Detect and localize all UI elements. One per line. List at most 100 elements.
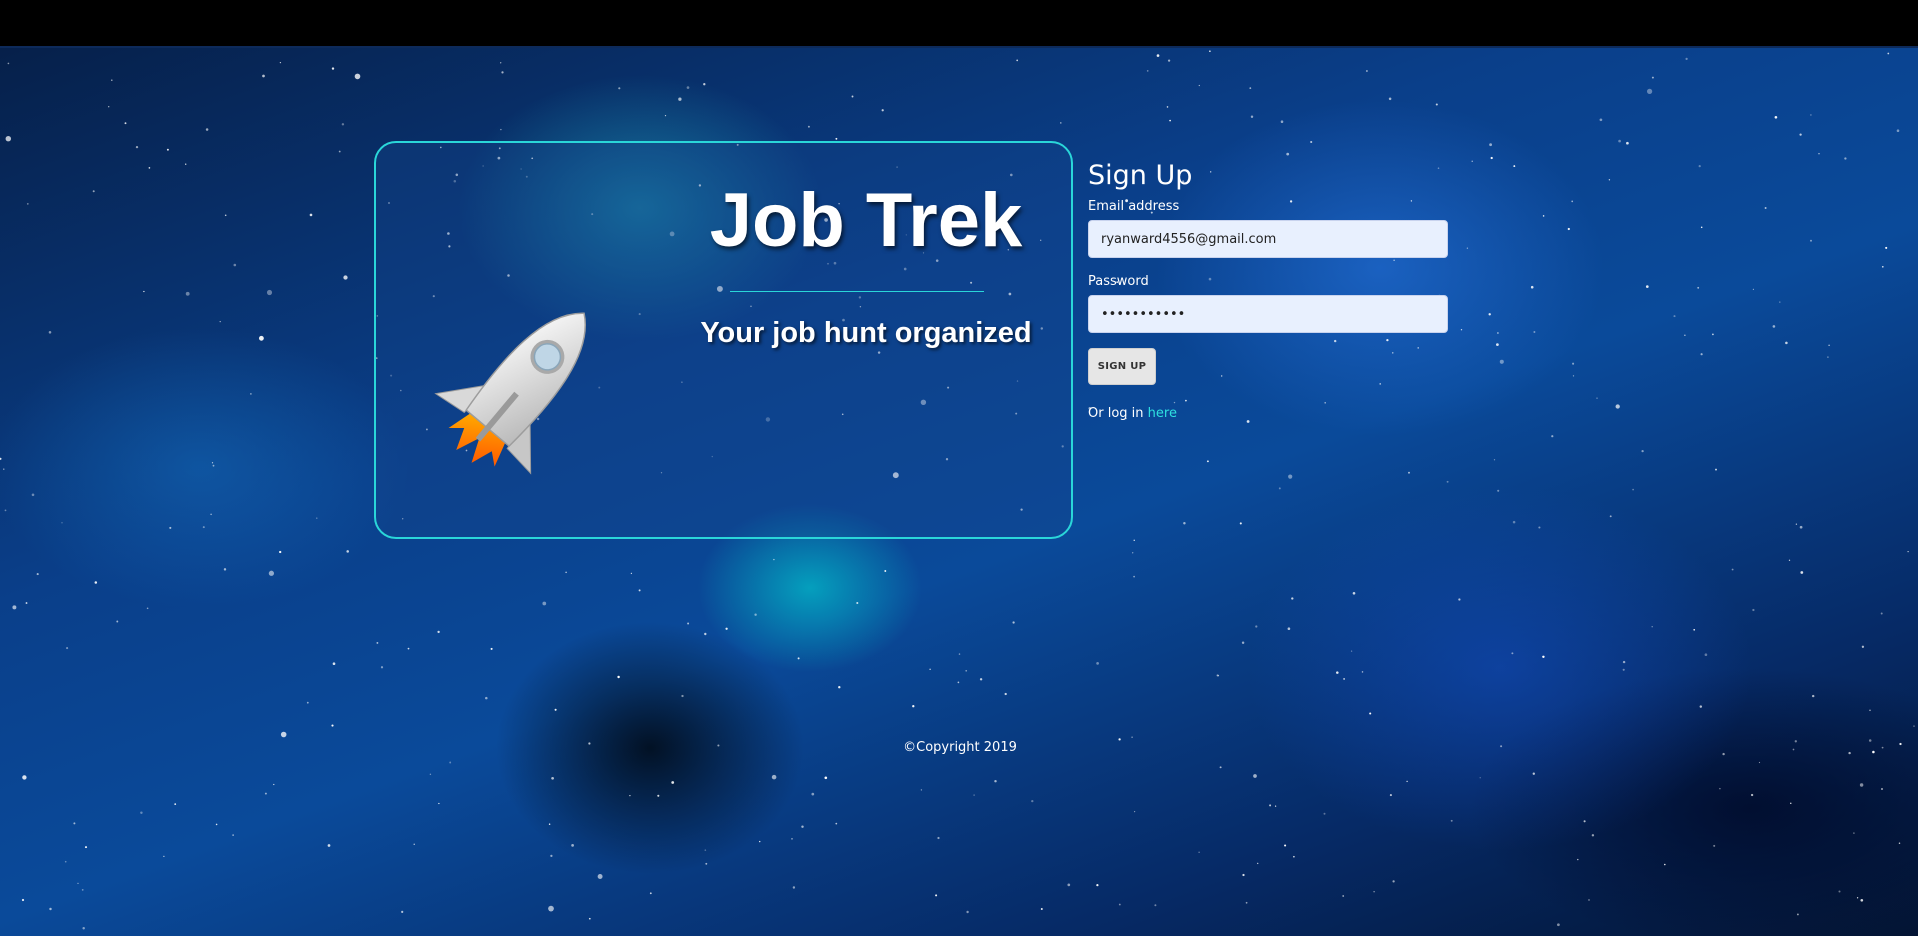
star — [1848, 751, 1851, 755]
star — [1323, 812, 1326, 815]
star — [1118, 738, 1121, 741]
star — [449, 761, 452, 764]
copyright-text: ©Copyright 2019 — [903, 740, 1017, 755]
star — [81, 889, 84, 891]
star — [1533, 331, 1536, 333]
star — [1785, 341, 1788, 345]
star — [617, 675, 620, 679]
star — [618, 87, 621, 90]
star — [1446, 480, 1449, 483]
star — [1664, 863, 1666, 866]
star — [1567, 227, 1570, 231]
star — [61, 522, 63, 524]
star — [1131, 736, 1133, 739]
star — [309, 213, 313, 217]
star — [1651, 76, 1654, 79]
star — [1700, 226, 1703, 229]
star — [1880, 612, 1883, 615]
star — [438, 802, 440, 805]
star — [21, 898, 25, 902]
password-field[interactable] — [1088, 295, 1448, 333]
star — [1096, 662, 1099, 665]
star — [48, 331, 52, 334]
star — [1693, 628, 1696, 631]
star — [36, 573, 39, 576]
star — [1286, 152, 1290, 156]
star — [801, 825, 804, 828]
star — [881, 109, 884, 112]
star — [1794, 740, 1797, 743]
star — [1288, 474, 1293, 479]
star — [84, 846, 88, 849]
brand-tagline: Your job hunt organized — [700, 317, 1032, 349]
title-divider — [730, 291, 984, 292]
star — [73, 822, 76, 825]
star — [1622, 660, 1626, 664]
star — [1493, 459, 1496, 461]
star — [1583, 820, 1586, 823]
star — [1016, 59, 1019, 62]
star — [376, 641, 379, 644]
star — [1699, 705, 1703, 708]
star — [163, 855, 165, 858]
star — [1788, 559, 1791, 561]
star — [1257, 862, 1259, 865]
email-field[interactable] — [1088, 220, 1448, 258]
star — [1198, 851, 1200, 853]
star — [0, 457, 2, 460]
signup-button[interactable]: SIGN UP — [1088, 348, 1156, 385]
star — [268, 570, 275, 576]
star — [1183, 521, 1186, 525]
star — [1715, 468, 1717, 471]
star — [1913, 725, 1915, 727]
star — [912, 705, 915, 708]
star — [1713, 844, 1716, 847]
star — [1572, 375, 1575, 377]
star — [807, 125, 810, 128]
star — [548, 905, 554, 912]
star — [1810, 239, 1812, 242]
star — [1712, 333, 1714, 336]
star — [185, 163, 187, 165]
star — [26, 203, 29, 205]
star — [1206, 460, 1209, 463]
login-prompt-text: Or log in — [1088, 406, 1148, 421]
star — [1479, 777, 1481, 779]
star — [1167, 59, 1171, 62]
star — [1388, 97, 1392, 101]
star — [266, 289, 273, 296]
star — [929, 668, 931, 671]
star — [7, 62, 10, 65]
star — [1856, 897, 1859, 899]
star — [1369, 712, 1372, 715]
star — [1166, 106, 1169, 108]
star — [1750, 793, 1754, 797]
star — [490, 647, 493, 650]
star — [1490, 156, 1493, 160]
star — [92, 190, 95, 193]
star — [1792, 748, 1795, 751]
star — [1632, 488, 1634, 491]
star — [1118, 903, 1121, 906]
star — [224, 214, 227, 217]
star — [1253, 774, 1257, 778]
star — [966, 910, 969, 914]
star — [565, 571, 567, 574]
login-link[interactable]: here — [1148, 406, 1177, 421]
star — [1134, 811, 1136, 813]
star — [773, 558, 775, 561]
star — [1872, 750, 1875, 754]
star — [1719, 787, 1721, 790]
star — [571, 844, 574, 847]
star — [1361, 671, 1364, 673]
star — [77, 882, 79, 885]
star — [1774, 115, 1778, 119]
star — [687, 622, 690, 625]
star — [413, 843, 415, 845]
login-prompt: Or log in here — [1088, 406, 1450, 421]
star — [64, 860, 67, 863]
star — [146, 607, 149, 610]
star — [1844, 157, 1847, 160]
star — [649, 892, 652, 895]
star — [1392, 880, 1395, 883]
